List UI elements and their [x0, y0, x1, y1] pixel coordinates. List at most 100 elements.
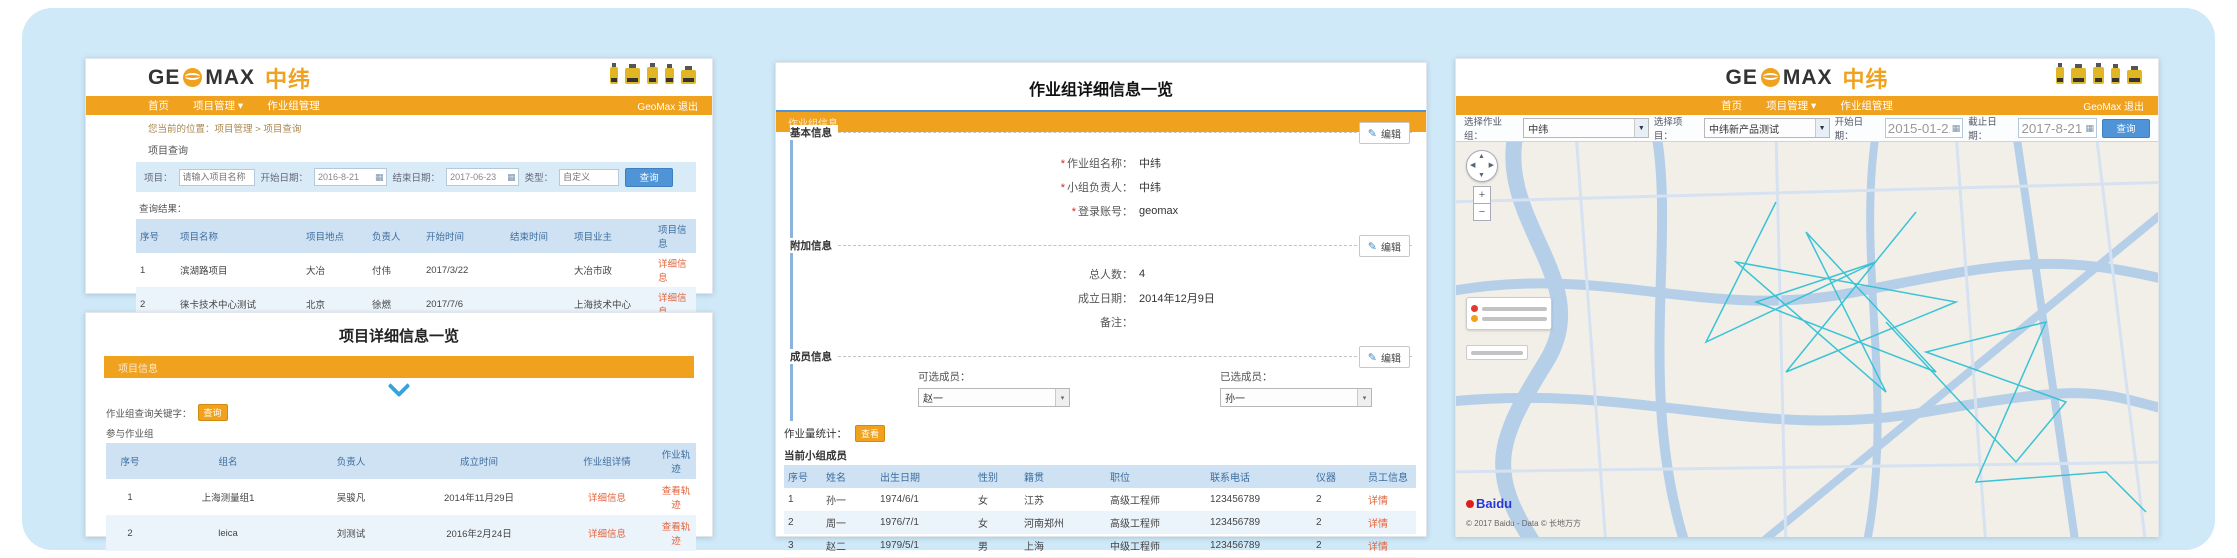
- column-header: 姓名: [822, 465, 876, 488]
- table-cell: 赵二: [822, 534, 876, 557]
- column-header: 负责人: [302, 443, 400, 479]
- map-search-button[interactable]: 查询: [2102, 119, 2150, 138]
- chevron-down-icon: ▾: [1055, 389, 1069, 406]
- edit-button-label: 编辑: [1381, 239, 1401, 254]
- project-search-bar: 项目： 开始日期： ▦ 结束日期： ▦ 类型： 查询: [136, 162, 696, 192]
- workgroup-query-button[interactable]: 查询: [198, 404, 228, 421]
- map-legend: [1466, 297, 1552, 330]
- table-cell: 2: [106, 515, 154, 551]
- table-cell: 孙一: [822, 488, 876, 511]
- selected-members-select[interactable]: 孙一 ▾: [1220, 388, 1372, 407]
- table-link[interactable]: 详细信息: [588, 493, 626, 504]
- start-date-label: 开始日期：: [1835, 114, 1880, 142]
- logout-link[interactable]: GeoMax 退出: [637, 98, 698, 113]
- calendar-icon[interactable]: ▦: [2085, 124, 2094, 133]
- table-link[interactable]: 详情: [1368, 519, 1388, 530]
- end-date-label: 截止日期：: [1968, 114, 2013, 142]
- table-cell: 男: [974, 534, 1020, 557]
- nav-item-project-management[interactable]: 项目管理 ▾: [1766, 98, 1816, 113]
- pan-right-icon[interactable]: ▶: [1489, 162, 1494, 169]
- workgroup-list-label: 参与作业组: [106, 426, 712, 440]
- edit-extra-button[interactable]: ✎ 编辑: [1359, 235, 1410, 257]
- table-link[interactable]: 查看轨迹: [662, 486, 691, 511]
- nav-item-workgroup-management[interactable]: 作业组管理: [1840, 98, 1893, 113]
- nav-item-project-management[interactable]: 项目管理 ▾: [193, 98, 243, 113]
- start-date-input[interactable]: [315, 171, 375, 184]
- workload-view-button[interactable]: 查看: [855, 425, 885, 442]
- collapse-chevron-icon[interactable]: [388, 375, 411, 398]
- nav-item-home[interactable]: 首页: [148, 98, 169, 113]
- field-label: 备注：: [793, 314, 1133, 330]
- project-field-label: 项目：: [144, 170, 173, 184]
- workgroup-select[interactable]: 中纬 ▼: [1523, 118, 1649, 138]
- table-cell: 1: [106, 479, 154, 515]
- calendar-icon[interactable]: ▦: [1952, 124, 1961, 133]
- laser-scanner-icon: [681, 70, 696, 84]
- calendar-icon[interactable]: ▦: [375, 173, 384, 182]
- globe-icon: [183, 68, 202, 87]
- table-link[interactable]: 查看轨迹: [662, 522, 691, 547]
- table-link[interactable]: 详情: [1368, 496, 1388, 507]
- project-name-input[interactable]: [179, 169, 255, 186]
- search-button[interactable]: 查询: [625, 168, 673, 187]
- column-header: 项目业主: [570, 219, 654, 253]
- field-value: geomax: [1139, 205, 1178, 217]
- table-cell: [506, 253, 570, 287]
- table-link[interactable]: 详情: [1368, 542, 1388, 553]
- zoom-in-button[interactable]: +: [1473, 186, 1491, 204]
- workgroup-info-bar: 作业组信息: [776, 110, 1426, 132]
- end-date-input[interactable]: [447, 171, 507, 184]
- field-value: 2014年12月9日: [1139, 290, 1215, 306]
- select-value: 孙一: [1221, 390, 1357, 405]
- calendar-icon[interactable]: ▦: [507, 173, 516, 182]
- table-cell: 河南郑州: [1020, 511, 1106, 534]
- end-date-input[interactable]: [2019, 121, 2085, 136]
- start-date-field: ▦: [1885, 118, 1964, 138]
- extra-info-label: 附加信息: [790, 238, 838, 253]
- table-cell: 123456789: [1206, 511, 1312, 534]
- members-info-label: 成员信息: [790, 349, 838, 364]
- nav-item-workgroup-management[interactable]: 作业组管理: [267, 98, 320, 113]
- pan-down-icon[interactable]: ▼: [1478, 172, 1485, 179]
- laser-scanner-icon: [2127, 70, 2142, 84]
- table-cell: 吴骏凡: [302, 479, 400, 515]
- logout-link[interactable]: GeoMax 退出: [2083, 98, 2144, 113]
- pan-up-icon[interactable]: ▲: [1478, 153, 1485, 160]
- table-cell: 大冶: [302, 253, 368, 287]
- result-label: 查询结果：: [139, 201, 712, 215]
- edit-members-button[interactable]: ✎ 编辑: [1359, 346, 1410, 368]
- table-link[interactable]: 详细信息: [658, 259, 687, 284]
- panel-project-query: GE MAX 中纬 首页 项目管理 ▾ 作业组管理 GeoMax 退出 您当前的…: [85, 58, 713, 294]
- start-date-input[interactable]: [1886, 121, 1952, 136]
- column-header: 开始时间: [422, 219, 506, 253]
- table-cell: 123456789: [1206, 488, 1312, 511]
- column-header: 籍贯: [1020, 465, 1106, 488]
- column-header: 作业组详情: [558, 443, 656, 479]
- field-label: *作业组名称：: [793, 155, 1133, 171]
- section-basic-info: 基本信息 ✎ 编辑 *作业组名称： 中纬 *小组负责人： 中纬 *登录账号： g…: [793, 132, 1412, 245]
- edit-basic-button[interactable]: ✎ 编辑: [1359, 122, 1410, 144]
- field-row: *作业组名称： 中纬: [793, 151, 1412, 175]
- required-star: *: [1061, 182, 1065, 194]
- map-canvas[interactable]: ▲ ▼ ◀ ▶ + − Ba: [1456, 142, 2158, 537]
- page-title: 项目详细信息一览: [86, 325, 712, 346]
- nav-item-home[interactable]: 首页: [1721, 98, 1742, 113]
- select-value: 中纬新产品测试: [1705, 121, 1815, 136]
- basic-info-label: 基本信息: [790, 125, 838, 140]
- column-header: 组名: [154, 443, 302, 479]
- pan-left-icon[interactable]: ◀: [1470, 162, 1475, 169]
- zoom-out-button[interactable]: −: [1473, 203, 1491, 221]
- edit-button-label: 编辑: [1381, 350, 1401, 365]
- table-cell: 1: [136, 253, 176, 287]
- gnss-receiver-icon: [2093, 67, 2104, 84]
- map-pan-control[interactable]: ▲ ▼ ◀ ▶: [1466, 150, 1498, 182]
- type-input[interactable]: [559, 169, 619, 186]
- section-members-info: 成员信息 ✎ 编辑 可选成员： 赵一 ▾ 已选成员：: [793, 356, 1412, 421]
- table-cell: 详情: [1364, 534, 1416, 557]
- available-members-select[interactable]: 赵一 ▾: [918, 388, 1070, 407]
- table-link[interactable]: 详细信息: [588, 529, 626, 540]
- table-row: 1上海测量组1吴骏凡2014年11月29日详细信息查看轨迹: [106, 479, 696, 515]
- table-cell: 1979/5/1: [876, 534, 974, 557]
- project-select[interactable]: 中纬新产品测试 ▼: [1704, 118, 1830, 138]
- logo-max-text: MAX: [1783, 66, 1833, 90]
